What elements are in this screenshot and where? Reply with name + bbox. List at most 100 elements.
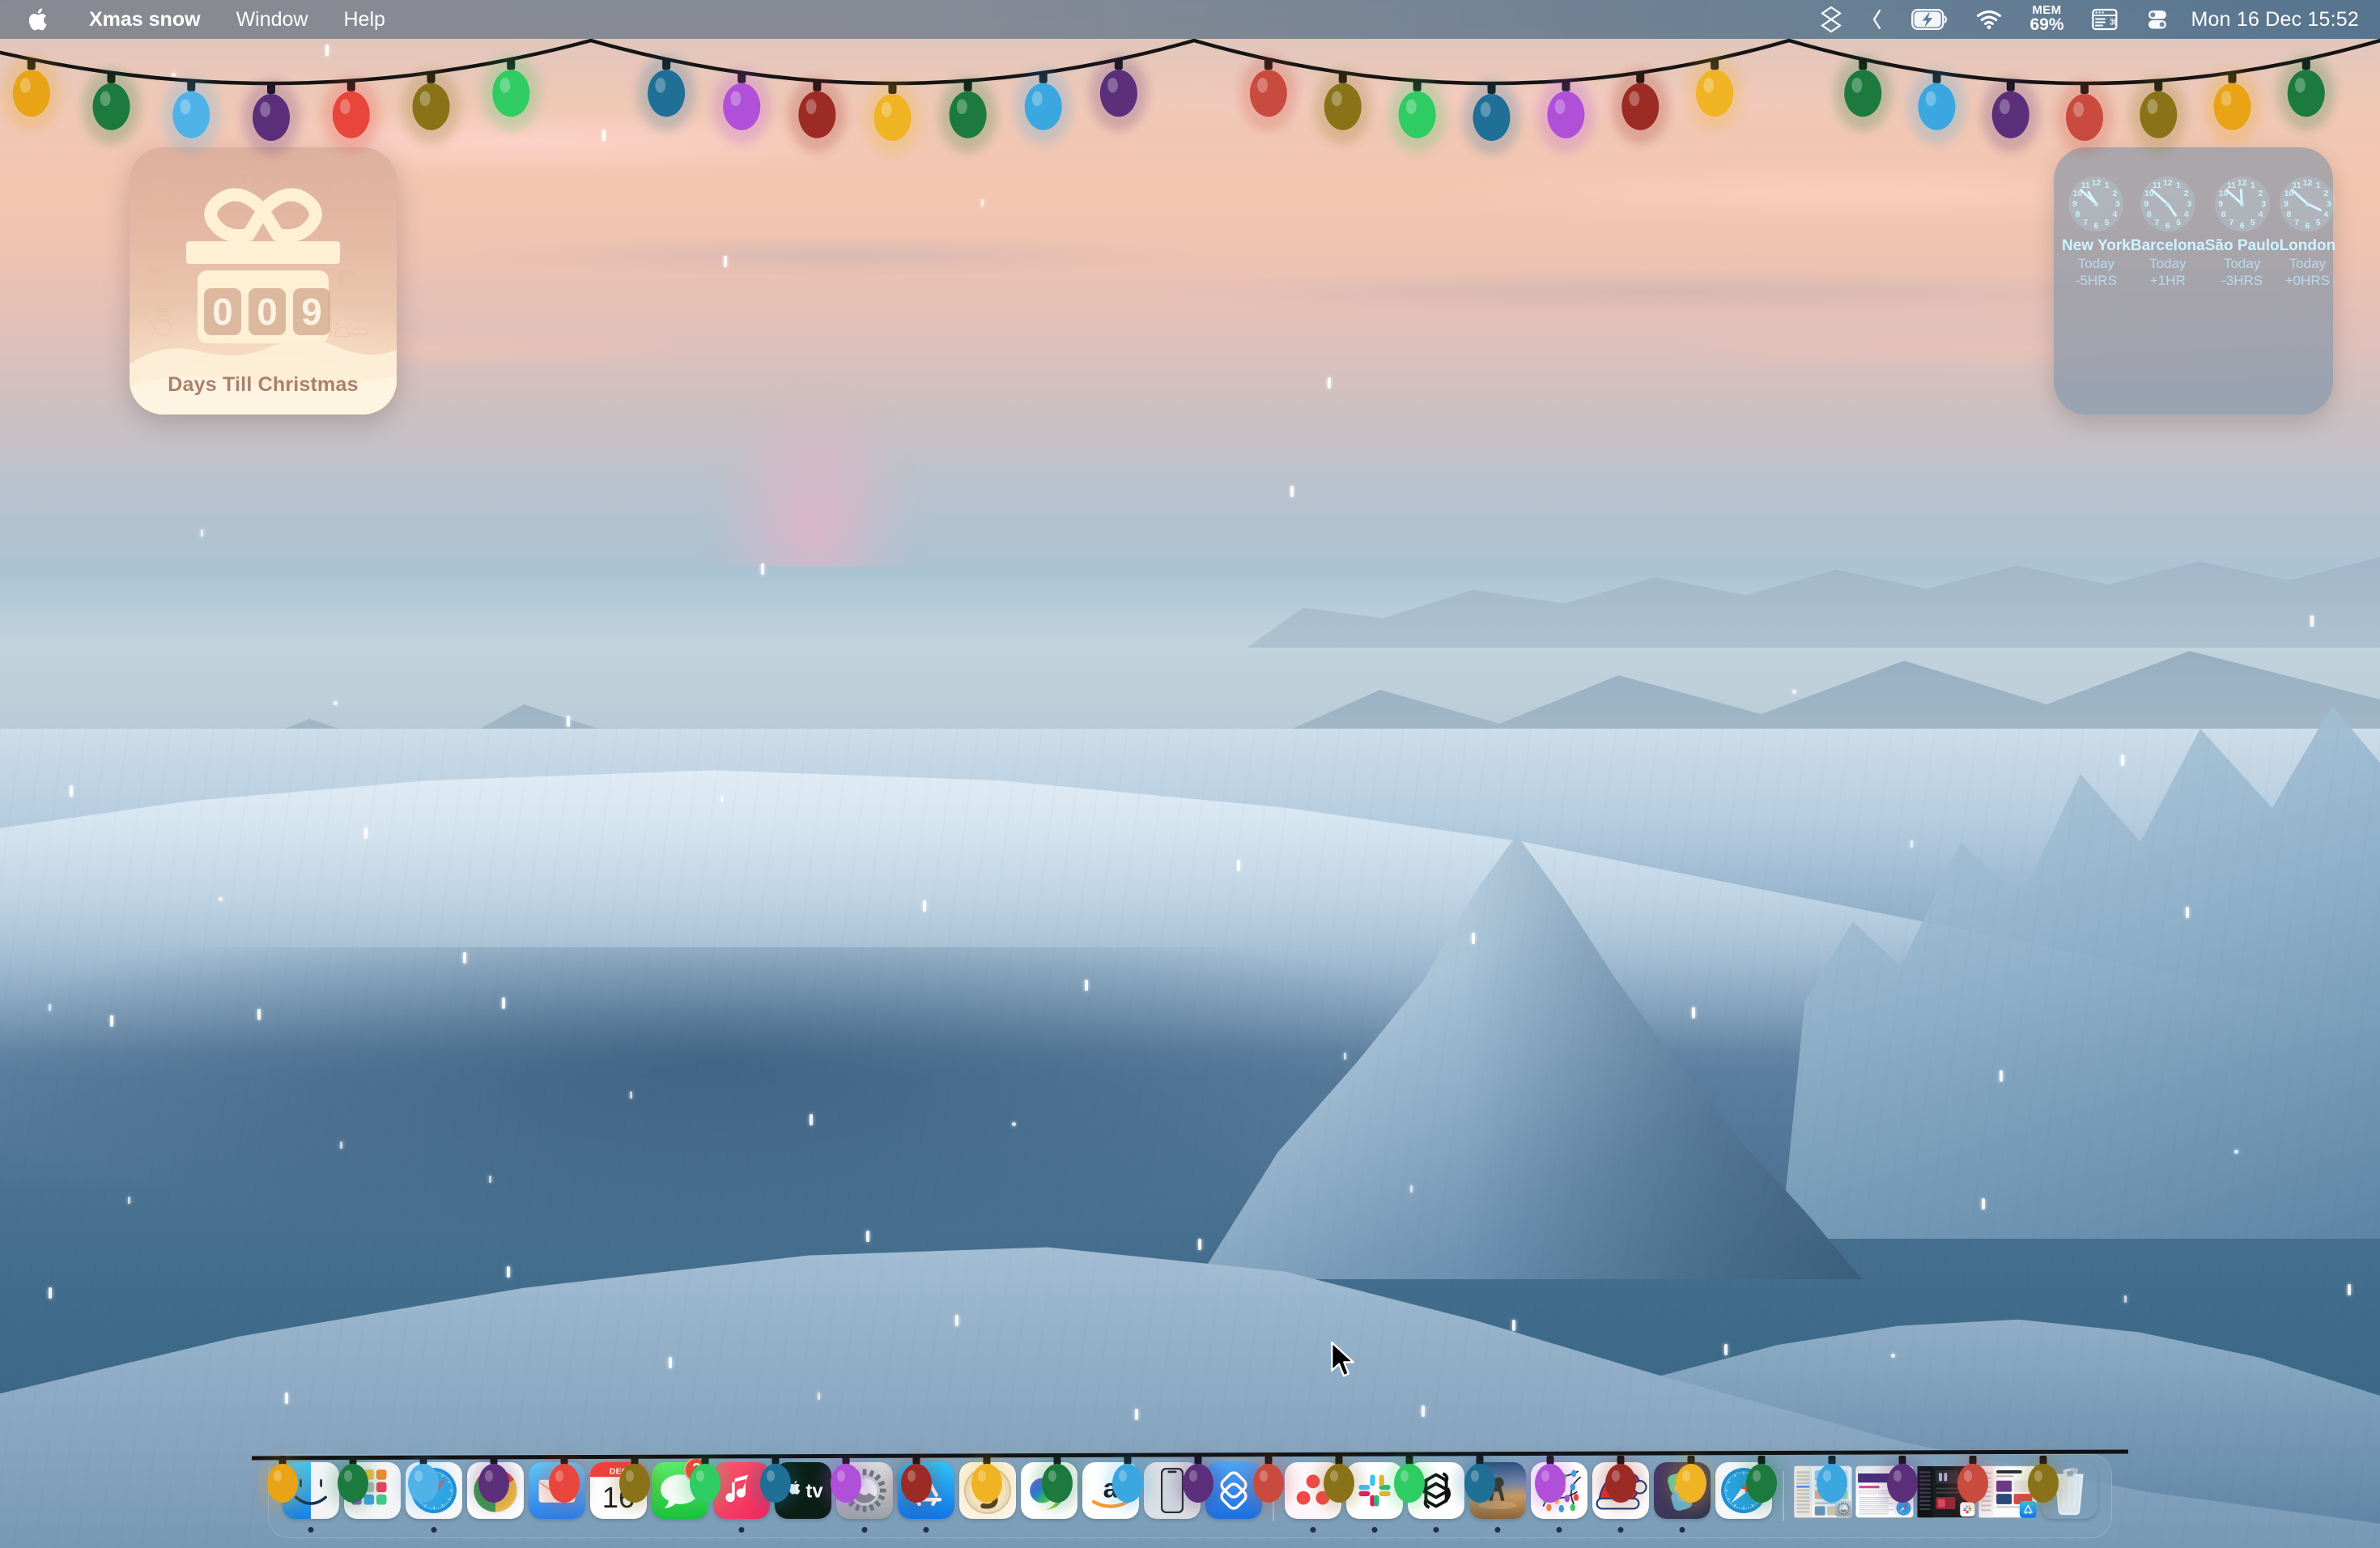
wallpaper-sun-flare (712, 389, 915, 656)
world-clock-new-york[interactable]: 12 1 2 3 4 5 6 7 8 9 10 11 New York Today -5HRS (2062, 176, 2131, 400)
dock-item-mail[interactable] (526, 1456, 588, 1537)
window-thumbnail-slack (1915, 1462, 1977, 1520)
dock-item-chrome[interactable] (465, 1456, 526, 1537)
world-clock-barcelona[interactable]: 12 1 2 3 4 5 6 7 8 9 10 11 Barcelona Today +1HR (2131, 176, 2205, 400)
dock-item-apple-tv[interactable]: tv (772, 1456, 834, 1537)
arrow-cursor (1331, 1342, 1354, 1377)
snow-particle (128, 1197, 130, 1204)
clock-numeral: 2 (2323, 188, 2329, 198)
dock-item-finder[interactable] (280, 1456, 342, 1537)
dock-item-shortcuts[interactable] (1651, 1456, 1713, 1537)
world-clock-london[interactable]: 12 1 2 3 4 5 6 7 8 9 10 11 London Today +0HRS (2280, 176, 2335, 400)
snow-particle (761, 563, 764, 575)
dock-item-system-settings[interactable] (834, 1456, 895, 1537)
menu-app-name[interactable]: Xmas snow (71, 0, 219, 39)
snow-particle (754, 108, 758, 119)
dock-item-color-app[interactable]: AI (1018, 1456, 1080, 1537)
snow-particle (219, 897, 223, 901)
clock-numeral: 3 (2261, 199, 2267, 209)
dock-running-indicator (1556, 1527, 1562, 1533)
clock-numeral: 3 (2115, 199, 2120, 209)
days-till-christmas-widget[interactable]: 0 0 9 Days Till Christmas (130, 147, 397, 415)
dock-item-minimized-slack[interactable] (1915, 1456, 1977, 1537)
dock-item-minimized-app-store[interactable] (1977, 1456, 2038, 1537)
clock-numeral: 12 (2237, 177, 2247, 188)
snow-particle (1512, 1320, 1515, 1331)
clock-numeral: 7 (2083, 217, 2089, 228)
snow-particle (1472, 933, 1475, 944)
world-clock-widget[interactable]: 12 1 2 3 4 5 6 7 8 9 10 11 New York Today -5HRS 12 1 2 3 4 5… (2054, 147, 2335, 415)
snow-particle (955, 1315, 958, 1326)
dropbox-icon (1821, 6, 1842, 33)
christmas-light-bulb (1982, 77, 2040, 153)
dock-item-amazon[interactable]: a (1080, 1456, 1141, 1537)
dock-item-chatgpt[interactable] (1405, 1456, 1467, 1537)
dock-item-calendar[interactable]: DEC 16 (588, 1456, 649, 1537)
christmas-light-bulb (2055, 79, 2114, 155)
snow-particle (602, 130, 606, 141)
control-center-status-item[interactable] (2131, 0, 2183, 39)
svg-text:AI: AI (1058, 1482, 1065, 1491)
dock-item-safari-shot[interactable] (1713, 1456, 1774, 1537)
dock-item-music[interactable] (711, 1456, 772, 1537)
dock-item-app-store[interactable] (895, 1456, 957, 1537)
wifi-icon (1977, 10, 2002, 29)
clock-center-pin (2093, 202, 2098, 206)
dock-item-launchpad[interactable] (342, 1456, 403, 1537)
menubar-clock[interactable]: Mon 16 Dec 15:52 (2183, 8, 2360, 32)
wallpaper-sea (0, 567, 2380, 777)
clock-face: 12 1 2 3 4 5 6 7 8 9 10 11 (2280, 176, 2335, 232)
clock-day-label: Today (2077, 256, 2115, 271)
dropbox-status-item[interactable] (1805, 0, 1857, 39)
snow-particle (172, 73, 176, 77)
world-clock-são-paulo[interactable]: 12 1 2 3 4 5 6 7 8 9 10 11 São Paulo Today -3HRS (2205, 176, 2280, 400)
wallpaper-right-peak (1198, 835, 1862, 1279)
wallpaper-snowfield (0, 729, 2380, 1548)
dock[interactable]: DEC 16 2 tv AI a (268, 1454, 2112, 1538)
dock-item-scrivener[interactable] (957, 1456, 1018, 1537)
svg-text:⌘: ⌘ (2109, 17, 2118, 28)
dock-item-xmas-lights[interactable] (1528, 1456, 1590, 1537)
dock-item-minimized-system-settings[interactable] (1792, 1456, 1854, 1537)
clock-numeral: 3 (2326, 199, 2331, 209)
dock-item-slack[interactable] (1344, 1456, 1405, 1537)
snow-particle (2186, 907, 2189, 918)
music-icon (713, 1462, 770, 1519)
dock-badge-messages: 2 (684, 1457, 709, 1482)
snow-particle (1422, 1406, 1425, 1417)
dock-item-stacks-app[interactable] (1203, 1456, 1264, 1537)
dock-item-minimized-safari[interactable] (1854, 1456, 1915, 1537)
christmas-light-bulb (402, 69, 461, 145)
safari-screenshot-icon (1715, 1462, 1772, 1519)
dock-item-trash[interactable] (2038, 1456, 2100, 1537)
apple-menu[interactable] (21, 0, 71, 39)
dock-item-red-dots-app[interactable] (1282, 1456, 1344, 1537)
clock-numeral: 2 (2258, 188, 2263, 198)
snow-particle (507, 1266, 510, 1278)
clock-numeral: 8 (2075, 210, 2080, 220)
clock-numeral: 11 (2226, 181, 2236, 191)
memory-status-item[interactable]: MEM 69% (2016, 0, 2077, 39)
battery-status-item[interactable] (1898, 0, 1962, 39)
dock-item-messages[interactable]: 2 (649, 1456, 711, 1537)
command-window-icon: ⌘ (2091, 8, 2118, 31)
mem-value: 69% (2029, 15, 2064, 35)
menu-window[interactable]: Window (219, 0, 326, 39)
dock-item-santa-hat[interactable] (1590, 1456, 1651, 1537)
menu-extras-chevron[interactable] (1857, 0, 1898, 39)
clock-numeral: 2 (2183, 188, 2189, 198)
snow-particle (1012, 1122, 1016, 1126)
wifi-status-item[interactable] (1962, 0, 2016, 39)
snow-particle (1344, 1053, 1346, 1060)
clock-numeral: 7 (2294, 217, 2300, 228)
menu-help[interactable]: Help (325, 0, 402, 39)
command-window-status-item[interactable]: ⌘ (2078, 0, 2131, 39)
trash-full-icon (2041, 1462, 2097, 1519)
dock-item-safari[interactable] (403, 1456, 465, 1537)
christmas-light-bulb (1239, 55, 1298, 131)
clock-numeral: 6 (2239, 220, 2245, 231)
dock-item-horse-app[interactable] (1467, 1456, 1528, 1537)
wallpaper-far-ridge (0, 502, 2380, 648)
dock-item-iphone-mirroring[interactable] (1141, 1456, 1203, 1537)
snow-particle (2234, 1150, 2238, 1154)
